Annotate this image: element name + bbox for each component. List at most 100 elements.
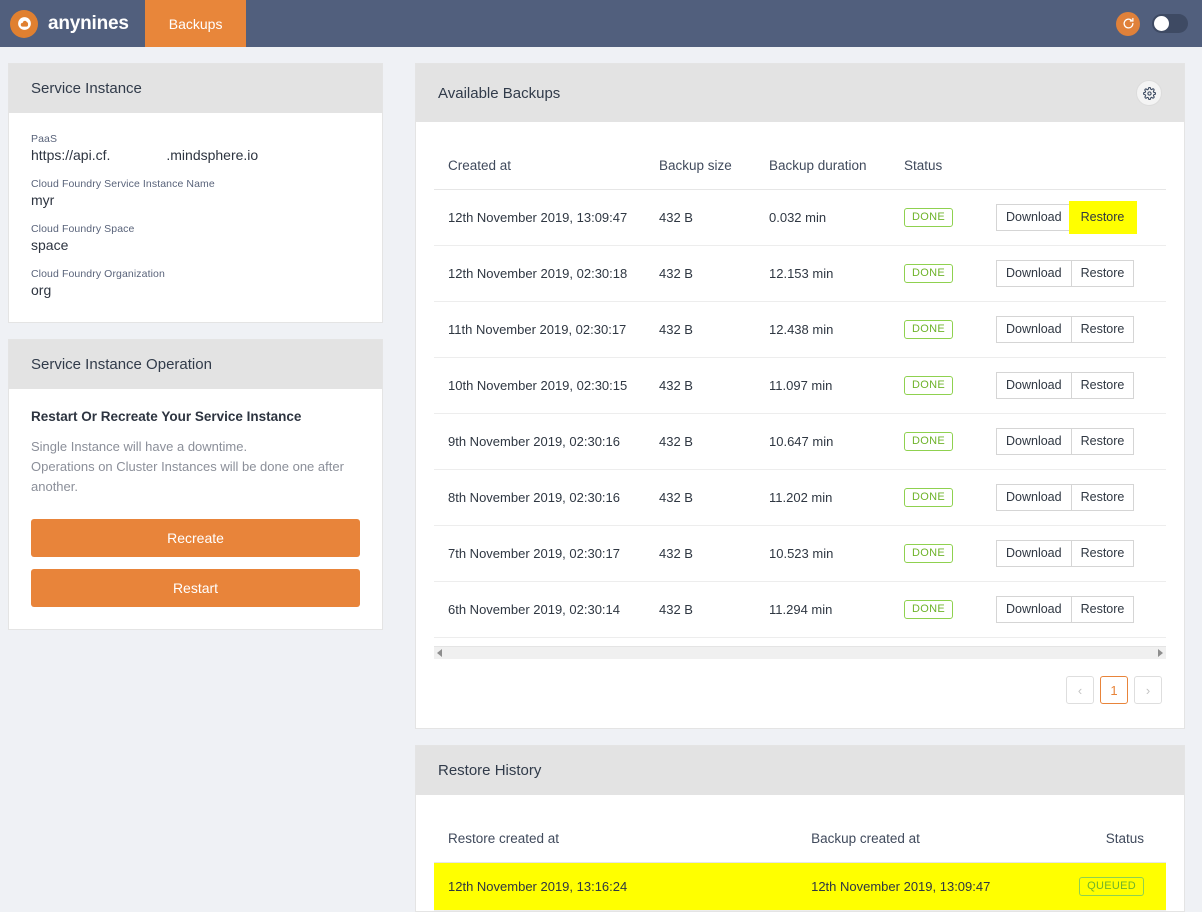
column-status: Status [1079, 817, 1166, 863]
pagination-page-1[interactable]: 1 [1100, 676, 1128, 704]
status-badge: QUEUED [1079, 877, 1144, 896]
table-row: 10th November 2019, 02:30:15 432 B 11.097 … [434, 357, 1166, 414]
right-column: Available Backups Created at Backup size… [415, 63, 1185, 912]
download-button[interactable]: Download [996, 484, 1072, 511]
cell-backup-size: 432 B [659, 525, 769, 582]
cell-backup-duration: 11.202 min [769, 469, 904, 526]
cell-actions: Download Restore [996, 245, 1166, 302]
theme-toggle[interactable] [1152, 14, 1188, 33]
download-button[interactable]: Download [996, 540, 1072, 567]
available-backups-card-header: Available Backups [416, 64, 1184, 122]
cell-status: DONE [904, 245, 996, 302]
field-space: Cloud Foundry Space space [31, 223, 360, 253]
column-status: Status [904, 144, 996, 190]
status-badge: DONE [904, 320, 953, 339]
restart-button[interactable]: Restart [31, 569, 360, 608]
download-button[interactable]: Download [996, 428, 1072, 455]
restore-button[interactable]: Restore [1071, 540, 1135, 567]
cell-status: DONE [904, 413, 996, 470]
recreate-button[interactable]: Recreate [31, 519, 360, 558]
table-row: 8th November 2019, 02:30:16 432 B 11.202 m… [434, 469, 1166, 526]
table-row: 12th November 2019, 13:09:47 432 B 0.032 m… [434, 189, 1166, 246]
restore-button[interactable]: Restore [1071, 484, 1135, 511]
pagination-prev-button[interactable]: ‹ [1066, 676, 1094, 704]
table-row: 12th November 2019, 13:16:24 12th Novembe… [434, 862, 1166, 911]
download-button[interactable]: Download [996, 204, 1072, 231]
cell-created-at: 7th November 2019, 02:30:17 [434, 525, 659, 582]
cell-backup-size: 432 B [659, 357, 769, 414]
cell-created-at: 9th November 2019, 02:30:16 [434, 413, 659, 470]
table-row: 9th November 2019, 02:30:16 432 B 10.647 m… [434, 413, 1166, 470]
cell-created-at: 11th November 2019, 02:30:17 [434, 301, 659, 358]
table-row: 6th November 2019, 02:30:14 432 B 11.294 m… [434, 581, 1166, 638]
restore-button[interactable]: Restore [1071, 596, 1135, 623]
cell-backup-size: 432 B [659, 245, 769, 302]
table-body: 12th November 2019, 13:09:47 432 B 0.032 m… [434, 189, 1166, 638]
gear-icon[interactable] [1136, 80, 1162, 106]
cell-actions: Download Restore [996, 301, 1166, 358]
service-instance-operation-title: Service Instance Operation [31, 356, 212, 373]
download-button[interactable]: Download [996, 316, 1072, 343]
cell-actions: Download Restore [996, 469, 1166, 526]
cell-backup-size: 432 B [659, 301, 769, 358]
status-badge: DONE [904, 376, 953, 395]
service-instance-operation-card-body: Restart Or Recreate Your Service Instanc… [9, 389, 382, 629]
row-action-group: Download Restore [996, 540, 1135, 567]
available-backups-title: Available Backups [438, 84, 561, 102]
scroll-right-icon[interactable] [1158, 649, 1163, 657]
paas-url-prefix: https://api.cf. [31, 147, 111, 163]
status-badge: DONE [904, 600, 953, 619]
table-header: Created at Backup size Backup duration S… [434, 144, 1166, 190]
service-instance-card-body: PaaS https://api.cf. .mindsphere.io Cloud… [9, 113, 382, 322]
cell-created-at: 10th November 2019, 02:30:15 [434, 357, 659, 414]
cell-backup-size: 432 B [659, 469, 769, 526]
cell-actions: Download Restore [996, 357, 1166, 414]
row-action-group: Download Restore [996, 428, 1135, 455]
cell-created-at: 12th November 2019, 13:09:47 [434, 189, 659, 246]
row-action-group: Download Restore [996, 316, 1135, 343]
restore-history-table: Restore created at Backup created at Sta… [434, 817, 1166, 911]
cell-backup-duration: 0.032 min [769, 189, 904, 246]
refresh-icon[interactable] [1116, 11, 1140, 36]
cell-backup-duration: 10.523 min [769, 525, 904, 582]
restore-button[interactable]: Restore [1071, 372, 1135, 399]
field-value: https://api.cf. .mindsphere.io [31, 147, 360, 163]
cell-restore-created-at: 12th November 2019, 13:16:24 [434, 862, 812, 911]
page-content: Service Instance PaaS https://api.cf. .mi… [0, 47, 1202, 912]
row-action-group: Download Restore [996, 260, 1135, 287]
restore-history-table-wrap: Restore created at Backup created at Sta… [416, 795, 1184, 911]
field-organization: Cloud Foundry Organization org [31, 268, 360, 298]
cell-actions: Download Restore [996, 189, 1166, 246]
column-actions [996, 144, 1166, 190]
restore-button[interactable]: Restore [1071, 316, 1135, 343]
row-action-group: Download Restore [996, 596, 1135, 623]
table-header-row: Created at Backup size Backup duration S… [434, 144, 1166, 190]
pagination: ‹ 1 › [434, 659, 1166, 728]
tab-backups[interactable]: Backups [144, 0, 247, 47]
download-button[interactable]: Download [996, 372, 1072, 399]
horizontal-scrollbar[interactable] [434, 646, 1166, 659]
available-backups-card: Available Backups Created at Backup size… [415, 63, 1185, 729]
restore-history-title: Restore History [438, 762, 542, 779]
cloud-logo-icon [10, 9, 38, 38]
restore-button[interactable]: Restore [1071, 260, 1135, 287]
column-backup-size: Backup size [659, 144, 769, 190]
cell-backup-duration: 12.438 min [769, 301, 904, 358]
restore-button[interactable]: Restore [1068, 201, 1138, 234]
cell-created-at: 6th November 2019, 02:30:14 [434, 581, 659, 638]
download-button[interactable]: Download [996, 596, 1072, 623]
top-navbar: anynines Backups [0, 0, 1202, 47]
cell-actions: Download Restore [996, 525, 1166, 582]
pagination-next-button[interactable]: › [1134, 676, 1162, 704]
restore-button[interactable]: Restore [1071, 428, 1135, 455]
table-row: 11th November 2019, 02:30:17 432 B 12.438 … [434, 301, 1166, 358]
field-service-instance-name: Cloud Foundry Service Instance Name myr [31, 178, 360, 208]
status-badge: DONE [904, 488, 953, 507]
available-backups-table-wrap: Created at Backup size Backup duration S… [416, 122, 1184, 728]
cell-actions: Download Restore [996, 413, 1166, 470]
operation-heading: Restart Or Recreate Your Service Instanc… [31, 409, 302, 424]
download-button[interactable]: Download [996, 260, 1072, 287]
scroll-left-icon[interactable] [437, 649, 442, 657]
cell-backup-created-at: 12th November 2019, 13:09:47 [811, 862, 1080, 911]
status-badge: DONE [904, 208, 953, 227]
